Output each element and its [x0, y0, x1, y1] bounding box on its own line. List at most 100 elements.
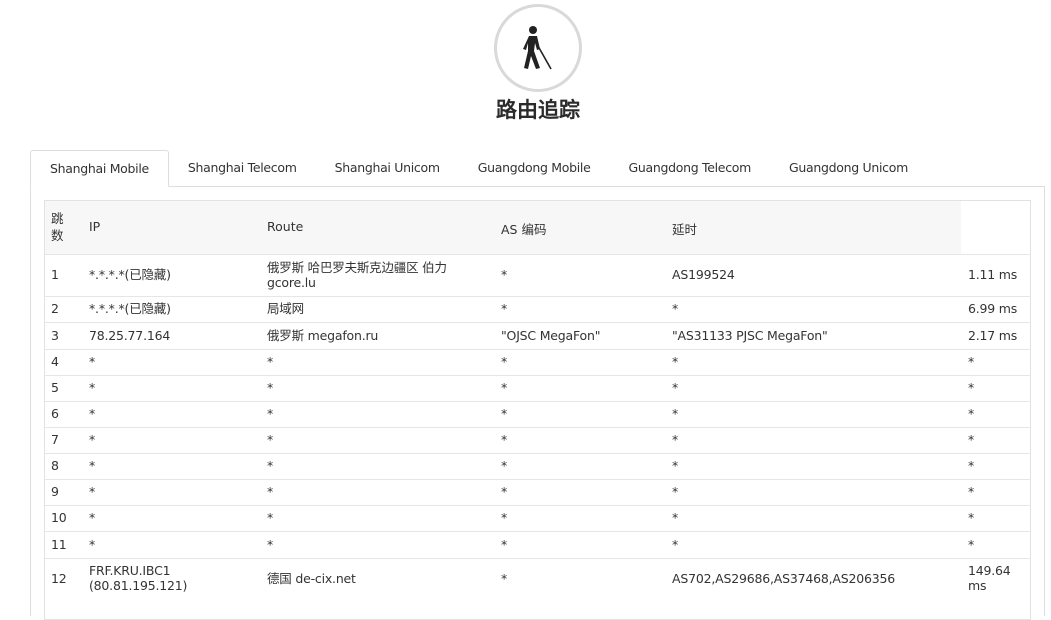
cell-latency: * — [968, 406, 975, 421]
cell-as: * — [501, 510, 508, 525]
cell-ip-line2: (80.81.195.121) — [89, 578, 188, 593]
cell-as: * — [501, 301, 508, 316]
cell-route: * — [267, 380, 274, 395]
cell-as: * — [501, 267, 508, 282]
tab-guangdong-unicom[interactable]: Guangdong Unicom — [770, 150, 927, 186]
cell-route-line2: gcore.lu — [267, 275, 316, 290]
cell-asname: * — [672, 406, 679, 421]
cell-asname: * — [672, 354, 679, 369]
cell-latency: * — [968, 354, 975, 369]
cell-ip: FRF.KRU.IBC1 — [89, 563, 171, 578]
table-row — [45, 453, 1031, 479]
table-row — [45, 254, 1031, 296]
table-row — [45, 401, 1031, 427]
cell-route: * — [267, 484, 274, 499]
header-hop: 跳数 — [51, 211, 64, 243]
cell-asname: * — [672, 380, 679, 395]
tab-shanghai-mobile[interactable]: Shanghai Mobile — [30, 150, 169, 187]
table-row — [45, 531, 1031, 558]
cell-route: * — [267, 510, 274, 525]
cell-ip: * — [89, 406, 96, 421]
cell-ip: * — [89, 537, 96, 552]
cell-ip: * — [89, 354, 96, 369]
table-row — [45, 479, 1031, 505]
cell-route: * — [267, 406, 274, 421]
cell-asname: * — [672, 432, 679, 447]
cell-route: 俄罗斯 megafon.ru — [267, 328, 379, 343]
cell-ip: *.*.*.*(已隐藏) — [89, 301, 171, 316]
cell-hop: 9 — [51, 484, 59, 499]
tab-guangdong-telecom[interactable]: Guangdong Telecom — [609, 150, 770, 186]
cell-latency: 6.99 ms — [968, 301, 1018, 316]
cell-hop: 2 — [51, 301, 59, 316]
cell-hop: 12 — [51, 571, 67, 586]
cell-hop: 10 — [51, 510, 67, 525]
table-row — [45, 427, 1031, 453]
cell-latency: * — [968, 537, 975, 552]
cell-route: 德国 de-cix.net — [267, 571, 356, 586]
cell-hop: 1 — [51, 267, 59, 282]
cell-hop: 3 — [51, 328, 59, 343]
page-title: 路由追踪 — [496, 98, 580, 122]
tab-guangdong-mobile[interactable]: Guangdong Mobile — [459, 150, 610, 186]
cell-as: * — [501, 354, 508, 369]
cell-hop: 6 — [51, 406, 59, 421]
cell-ip: * — [89, 380, 96, 395]
header-route: Route — [267, 219, 304, 234]
cell-asname: * — [672, 510, 679, 525]
cell-as: * — [501, 571, 508, 586]
cell-asname: * — [672, 458, 679, 473]
cell-latency: * — [968, 510, 975, 525]
cell-latency: 1.11 ms — [968, 267, 1018, 282]
cell-as: * — [501, 406, 508, 421]
blind-person-icon — [523, 26, 552, 70]
header-ip: IP — [89, 219, 101, 234]
cell-latency: 149.64 — [968, 563, 1011, 578]
cell-latency-line2: ms — [968, 578, 987, 593]
cell-route: * — [267, 458, 274, 473]
tab-shanghai-telecom[interactable]: Shanghai Telecom — [169, 150, 316, 186]
cell-as: * — [501, 537, 508, 552]
header-as: AS 编码 — [501, 222, 547, 237]
cell-asname: AS199524 — [672, 267, 735, 282]
cell-route: * — [267, 432, 274, 447]
cell-asname: * — [672, 537, 679, 552]
cell-hop: 5 — [51, 380, 59, 395]
cell-as: "OJSC MegaFon" — [501, 328, 601, 343]
cell-ip: * — [89, 432, 96, 447]
cell-asname: * — [672, 301, 679, 316]
cell-hop: 7 — [51, 432, 59, 447]
table-row — [45, 375, 1031, 401]
table-row — [45, 349, 1031, 375]
cell-ip: 78.25.77.164 — [89, 328, 171, 343]
cell-hop: 11 — [51, 537, 67, 552]
table-row — [45, 296, 1031, 322]
cell-route: 局域网 — [267, 301, 304, 316]
cell-latency: * — [968, 432, 975, 447]
cell-hop: 8 — [51, 458, 59, 473]
cell-latency: * — [968, 484, 975, 499]
cell-ip: *.*.*.*(已隐藏) — [89, 267, 171, 282]
cell-ip: * — [89, 510, 96, 525]
logo — [494, 4, 582, 92]
header-latency: 延时 — [672, 222, 698, 237]
cell-asname: "AS31133 PJSC MegaFon" — [672, 328, 828, 343]
cell-asname: * — [672, 484, 679, 499]
cell-ip: * — [89, 458, 96, 473]
cell-latency: 2.17 ms — [968, 328, 1018, 343]
table-row — [45, 505, 1031, 531]
cell-latency: * — [968, 458, 975, 473]
cell-route: * — [267, 537, 274, 552]
cell-route: 俄罗斯 哈巴罗夫斯克边疆区 伯力 — [267, 260, 447, 275]
cell-hop: 4 — [51, 354, 59, 369]
cell-latency: * — [968, 380, 975, 395]
cell-asname: AS702,AS29686,AS37468,AS206356 — [672, 571, 895, 586]
cell-route: * — [267, 354, 274, 369]
cell-ip: * — [89, 484, 96, 499]
cell-as: * — [501, 380, 508, 395]
tab-shanghai-unicom[interactable]: Shanghai Unicom — [316, 150, 459, 186]
cell-as: * — [501, 432, 508, 447]
cell-as: * — [501, 458, 508, 473]
cell-as: * — [501, 484, 508, 499]
tab-bar: Shanghai Mobile Shanghai Telecom Shangha… — [30, 150, 927, 187]
